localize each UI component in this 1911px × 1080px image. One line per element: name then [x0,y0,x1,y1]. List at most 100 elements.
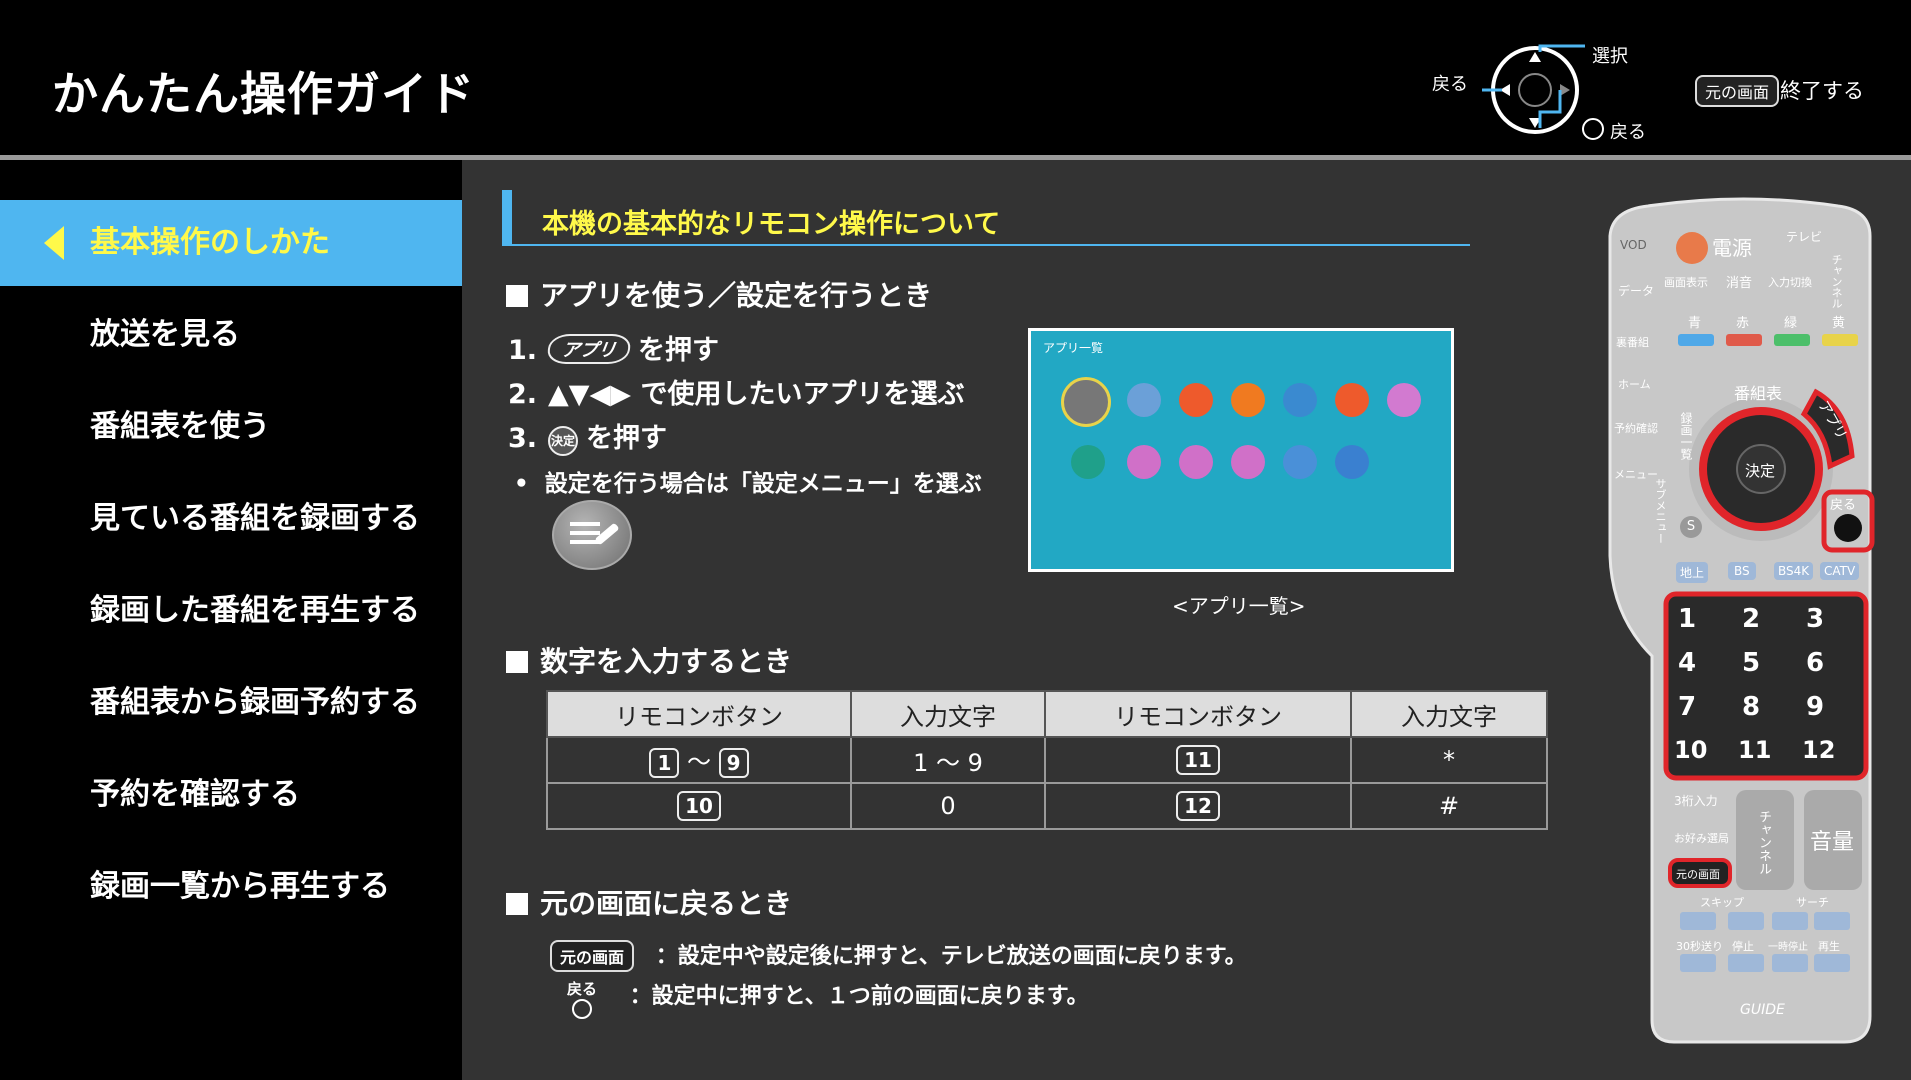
remote-key-12[interactable]: 12 [1802,736,1856,772]
step-2: 2. ▲▼◀▶ で使用したいアプリを選ぶ [508,372,964,411]
remote-color-yellow[interactable]: 黄 [1832,312,1845,331]
hint-select-label: 選択 [1592,46,1628,67]
remote-display-label: 画面表示 [1664,276,1708,289]
remote-skip-label: スキップ [1700,896,1744,909]
remote-broadcast-bs4k[interactable]: BS4K [1774,562,1814,580]
remote-color-bars [1678,334,1858,346]
remote-moto-label[interactable]: 元の画面 [1676,866,1720,882]
step-text: を押す [586,423,667,454]
exit-button-chip: 元の画面 [1695,75,1780,107]
app-icon [1335,383,1369,417]
sidebar-item-label: 番組表から録画予約する [90,685,420,720]
sidebar-item-record-current[interactable]: 見ている番組を録画する [0,476,462,562]
key-12-icon: 12 [1176,791,1220,821]
dpad-icon [1482,44,1585,134]
key-11-icon: 11 [1176,745,1220,775]
sidebar-item-program-guide[interactable]: 番組表を使う [0,384,462,470]
remote-color-blue[interactable]: 青 [1688,312,1701,331]
table-row: 1 ～ 9 1 ～ 9 11 * [546,736,1548,784]
remote-color-red[interactable]: 赤 [1736,312,1749,331]
remote-uraban-label: 裏番組 [1616,336,1649,349]
step-number: 1. [508,335,538,366]
app-icon [1231,383,1265,417]
remote-back-label[interactable]: 戻る [1830,494,1856,513]
settings-menu-icon [552,500,632,570]
table-cell: 12 [1044,782,1352,830]
app-icon [1335,445,1369,479]
sidebar-item-label: 放送を見る [90,317,240,352]
section-header: 本機の基本的なリモコン操作について [502,190,1470,246]
remote-s-label[interactable]: S [1680,516,1702,538]
table-cell: 0 [850,782,1046,830]
bullet-text: 設定を行う場合は「設定メニュー」を選ぶ [544,471,982,497]
table-header: リモコンボタン [1044,690,1352,738]
remote-fav-label[interactable]: お好み選局 [1674,830,1729,846]
sidebar-item-label: 番組表を使う [90,409,270,444]
remote-enter-label[interactable]: 決定 [1745,460,1775,481]
app-icon [1179,445,1213,479]
blue-bar [1678,334,1714,346]
tilde: ～ [687,748,711,776]
remote-key-8[interactable]: 8 [1742,692,1796,728]
remote-key-11[interactable]: 11 [1738,736,1792,772]
remote-bangumi-label: 番組表 [1734,384,1783,403]
remote-channel-label[interactable]: チャンネル [1754,810,1773,875]
sidebar-item-watch-broadcast[interactable]: 放送を見る [0,292,462,378]
remote-key-10[interactable]: 10 [1674,736,1728,772]
table-header: 入力文字 [1350,690,1548,738]
remote-broadcast-terrestrial[interactable]: 地上 [1676,562,1709,583]
remote-color-green[interactable]: 緑 [1784,312,1797,331]
remote-input-label: 入力切換 [1768,276,1812,289]
key-1-icon: 1 [649,748,680,778]
circle-icon [1582,118,1604,140]
table-cell: 11 [1044,736,1352,784]
sidebar-item-label: 録画した番組を再生する [90,593,420,628]
sidebar-item-basic-operation[interactable]: 基本操作のしかた [0,200,462,286]
key-9-icon: 9 [718,748,749,778]
remote-volume-label[interactable]: 音量 [1810,824,1854,856]
yellow-bar [1822,334,1858,346]
step-text: を押す [638,335,719,366]
step-number: 2. [508,379,538,410]
remote-key-3[interactable]: 3 [1806,604,1860,640]
app-icon [1127,383,1161,417]
header: かんたん操作ガイド 戻る 選択 戻る 元の画面 終了する [0,0,1911,160]
settings-app-icon [1061,377,1111,427]
remote-vod-label: VOD [1620,238,1647,252]
sidebar-item-check-reservations[interactable]: 予約を確認する [0,752,462,838]
remote-three-digit-label[interactable]: 3桁入力 [1674,792,1718,809]
key-10-icon: 10 [677,791,721,821]
table-row: 10 0 12 # [546,782,1548,830]
remote-key-5[interactable]: 5 [1742,648,1796,684]
app-list-title: アプリ一覧 [1043,341,1104,355]
remote-key-9[interactable]: 9 [1806,692,1860,728]
remote-broadcast-bs[interactable]: BS [1728,562,1756,580]
remote-key-7[interactable]: 7 [1678,692,1732,728]
sidebar: 基本操作のしかた 放送を見る 番組表を使う 見ている番組を録画する 録画した番組… [0,160,462,1080]
remote-key-2[interactable]: 2 [1742,604,1796,640]
remote-home-label: ホーム [1618,378,1651,391]
return-row-1: 元の画面 ：設定中や設定後に押すと、テレビ放送の画面に戻ります。 [550,938,1247,972]
sidebar-item-play-recorded[interactable]: 録画した番組を再生する [0,568,462,654]
remote-key-1[interactable]: 1 [1678,604,1732,640]
remote-key-6[interactable]: 6 [1806,648,1860,684]
table-cell: 1 ～ 9 [850,736,1046,784]
app-list-caption: <アプリ一覧> [1172,594,1306,618]
remote-keypad: 1 2 3 4 5 6 7 8 9 10 11 12 [1672,600,1860,772]
sidebar-item-schedule-recording[interactable]: 番組表から録画予約する [0,660,462,746]
app-icon [1231,445,1265,479]
remote-mute-label: 消音 [1726,276,1753,291]
app-icon [1071,445,1105,479]
help-app-icon [1283,445,1317,479]
remote-key-4[interactable]: 4 [1678,648,1732,684]
remote-yoyaku-label: 予約確認 [1614,422,1658,435]
remote-broadcast-catv[interactable]: CATV [1820,562,1860,580]
remote-search-label: サーチ [1796,896,1829,909]
sidebar-item-label: 見ている番組を録画する [90,501,420,536]
remote-sub-label: サブメニュー [1654,478,1667,544]
table-cell: * [1350,736,1548,784]
app-icon [1387,383,1421,417]
app-button-icon: アプリ [545,334,633,364]
sidebar-item-recording-list[interactable]: 録画一覧から再生する [0,844,462,930]
exit-label: 終了する [1780,79,1864,103]
